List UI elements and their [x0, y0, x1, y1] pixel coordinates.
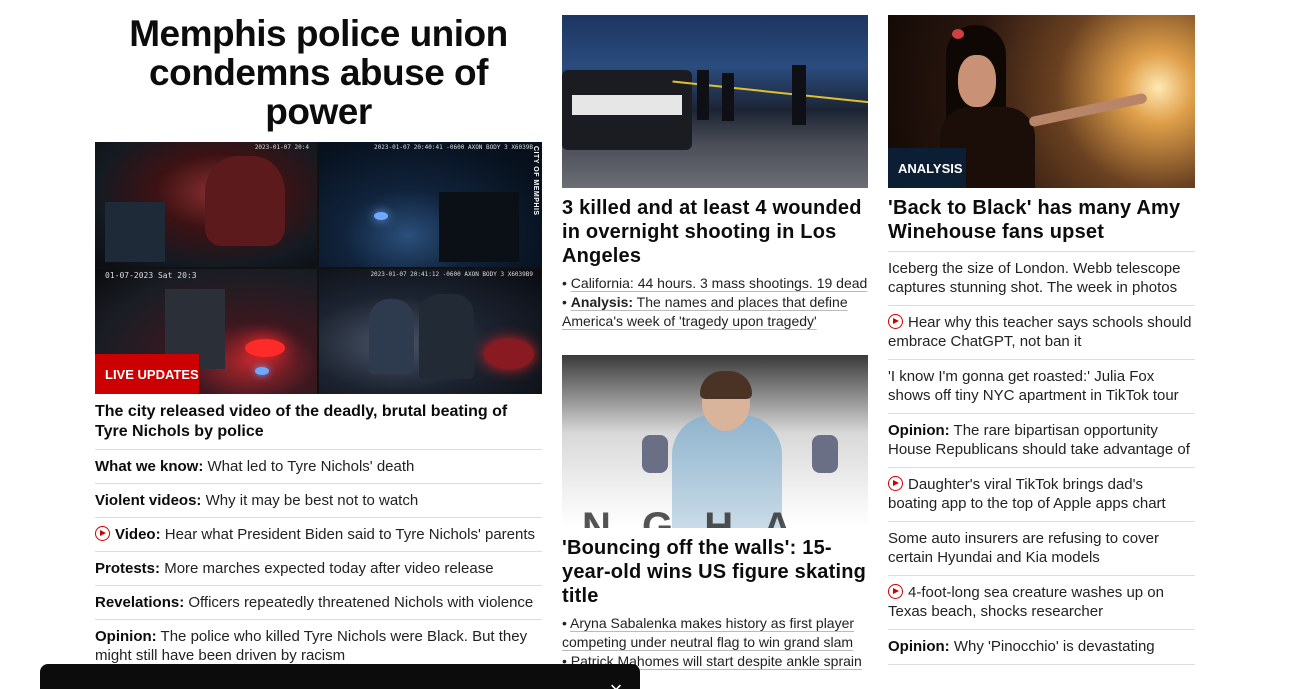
list-item[interactable]: Protests: More marches expected today af…: [95, 552, 542, 586]
related-link-prefix: Analysis:: [570, 294, 634, 310]
list-item[interactable]: 'I know I'm gonna get roasted:' Julia Fo…: [888, 359, 1195, 413]
lead-headline[interactable]: Memphis police union condemns abuse of p…: [95, 14, 542, 142]
item-prefix: Opinion:: [95, 628, 157, 645]
cam-timestamp: 2023-01-07 20:40:41 -0600 AXON BODY 3 X6…: [374, 144, 533, 151]
item-prefix: Video:: [115, 526, 161, 543]
item-text: Why 'Pinocchio' is devastating: [949, 638, 1155, 655]
la-shooting-title[interactable]: 3 killed and at least 4 wounded in overn…: [562, 196, 868, 268]
cam-timestamp: 01-07-2023 Sat 20:3: [105, 271, 197, 280]
item-text: 4-foot-long sea creature washes up on Te…: [888, 584, 1164, 620]
item-text: The police who killed Tyre Nichols were …: [95, 628, 528, 664]
list-item[interactable]: Violent videos: Why it may be best not t…: [95, 484, 542, 518]
cam-timestamp: 2023-01-07 20:4: [254, 144, 309, 151]
video-play-icon: [888, 476, 903, 491]
item-text: What led to Tyre Nichols' death: [203, 458, 415, 475]
item-text: Hear what President Biden said to Tyre N…: [160, 526, 536, 543]
amy-winehouse-image[interactable]: ANALYSIS: [888, 15, 1195, 188]
amy-winehouse-card: ANALYSIS 'Back to Black' has many Amy Wi…: [888, 15, 1195, 244]
right-column: ANALYSIS 'Back to Black' has many Amy Wi…: [888, 15, 1195, 665]
la-shooting-image[interactable]: [562, 15, 868, 188]
skating-related: • Aryna Sabalenka makes history as first…: [562, 614, 868, 671]
lead-story: Memphis police union condemns abuse of p…: [95, 14, 542, 672]
item-text: Hear why this teacher says schools shoul…: [888, 314, 1192, 350]
list-item[interactable]: Revelations: Officers repeatedly threate…: [95, 586, 542, 620]
amy-winehouse-title[interactable]: 'Back to Black' has many Amy Winehouse f…: [888, 196, 1195, 244]
video-play-icon: [95, 526, 110, 541]
list-item[interactable]: 4-foot-long sea creature washes up on Te…: [888, 575, 1195, 629]
item-prefix: Violent videos:: [95, 492, 202, 509]
item-text: Officers repeatedly threatened Nichols w…: [184, 594, 534, 611]
list-item[interactable]: Opinion: Why 'Pinocchio' is devastating: [888, 629, 1195, 665]
item-text: Daughter's viral TikTok brings dad's boa…: [888, 476, 1166, 512]
skating-title[interactable]: 'Bouncing off the walls': 15-year-old wi…: [562, 536, 868, 608]
right-headline-list: Iceberg the size of London. Webb telesco…: [888, 251, 1195, 665]
bodycam-frame: 2023-01-07 20:40:41 -0600 AXON BODY 3 X6…: [319, 142, 541, 267]
skating-card: N G H A 'Bouncing off the walls': 15-yea…: [562, 355, 868, 671]
bodycam-frame: 2023-01-07 20:41:12 -0600 AXON BODY 3 X6…: [319, 269, 541, 394]
list-item[interactable]: Iceberg the size of London. Webb telesco…: [888, 251, 1195, 305]
middle-column: 3 killed and at least 4 wounded in overn…: [562, 15, 868, 671]
item-prefix: Revelations:: [95, 594, 185, 611]
item-text: More marches expected today after video …: [160, 560, 494, 577]
item-text: Iceberg the size of London. Webb telesco…: [888, 260, 1181, 296]
video-play-icon: [888, 584, 903, 599]
related-link-text: Aryna Sabalenka makes history as first p…: [562, 615, 855, 650]
item-text: Why it may be best not to watch: [201, 492, 419, 509]
cam-timestamp: 2023-01-07 20:41:12 -0600 AXON BODY 3 X6…: [370, 271, 533, 278]
list-item[interactable]: Some auto insurers are refusing to cover…: [888, 521, 1195, 575]
item-text: Some auto insurers are refusing to cover…: [888, 530, 1159, 566]
list-item[interactable]: What we know: What led to Tyre Nichols' …: [95, 450, 542, 484]
lead-image[interactable]: 2023-01-07 20:4 2023-01-07 20:40:41 -060…: [95, 142, 542, 394]
related-link[interactable]: • California: 44 hours. 3 mass shootings…: [562, 274, 868, 293]
item-prefix: Opinion:: [888, 638, 950, 655]
item-prefix: Opinion:: [888, 422, 950, 439]
lead-summary-link[interactable]: The city released video of the deadly, b…: [95, 402, 542, 450]
item-text: 'I know I'm gonna get roasted:' Julia Fo…: [888, 368, 1179, 404]
live-updates-badge: LIVE UPDATES: [95, 354, 199, 394]
list-item[interactable]: Daughter's viral TikTok brings dad's boa…: [888, 467, 1195, 521]
analysis-badge: ANALYSIS: [888, 148, 966, 188]
list-item[interactable]: Opinion: The rare bipartisan opportunity…: [888, 413, 1195, 467]
video-play-icon: [888, 314, 903, 329]
related-link[interactable]: • Aryna Sabalenka makes history as first…: [562, 614, 868, 652]
list-item[interactable]: Hear why this teacher says schools shoul…: [888, 305, 1195, 359]
la-shooting-card: 3 killed and at least 4 wounded in overn…: [562, 15, 868, 331]
lead-related-list: What we know: What led to Tyre Nichols' …: [95, 450, 542, 672]
close-icon[interactable]: ×: [606, 679, 626, 689]
image-credit: CITY OF MEMPHIS: [532, 146, 539, 216]
item-prefix: Protests:: [95, 560, 161, 577]
related-link[interactable]: • Analysis: The names and places that de…: [562, 293, 868, 331]
list-item[interactable]: Video: Hear what President Biden said to…: [95, 518, 542, 552]
related-link-text: California: 44 hours. 3 mass shootings. …: [570, 275, 868, 291]
bodycam-frame: 2023-01-07 20:4: [95, 142, 317, 267]
floating-video-bar[interactable]: ×: [40, 664, 640, 689]
item-prefix: What we know:: [95, 458, 204, 475]
la-shooting-related: • California: 44 hours. 3 mass shootings…: [562, 274, 868, 331]
skater-image[interactable]: N G H A: [562, 355, 868, 528]
